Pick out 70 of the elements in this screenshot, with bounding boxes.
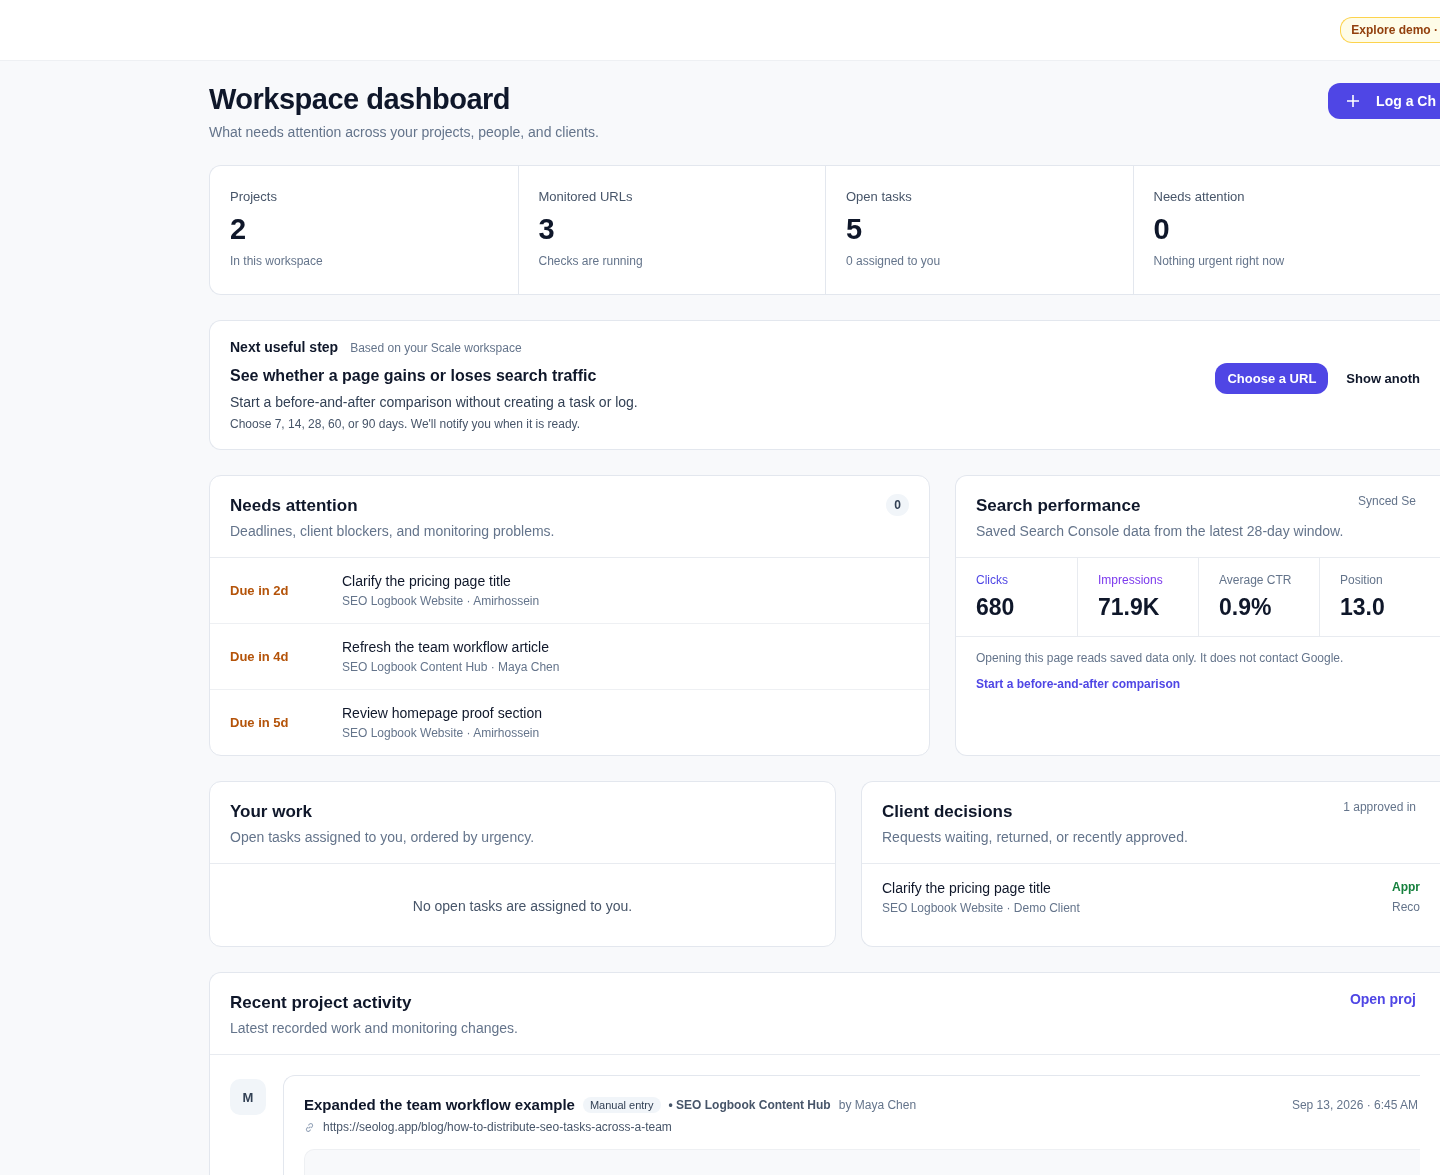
stat-label: Needs attention — [1153, 189, 1246, 204]
card-title: Search performance — [976, 496, 1142, 516]
empty-message: No open tasks are assigned to you. — [411, 897, 634, 916]
card-title: Client decisions — [882, 802, 1014, 822]
task-meta: SEO Logbook Website · Amirhossein — [342, 594, 541, 608]
page-subtitle: What needs attention across your projects, people, and clients. — [209, 124, 599, 140]
metric-label: Impressions — [1098, 573, 1164, 587]
entry-time: Sep 13, 2026 · 6:45 AM — [1291, 1097, 1419, 1112]
status-note: Reco — [1392, 900, 1420, 914]
stat-label: Monitored URLs — [538, 189, 634, 204]
card-subtitle: Saved Search Console data from the latest 28-day window. — [976, 523, 1344, 539]
stat-label: Projects — [230, 189, 278, 204]
stat-value: 3 — [538, 213, 556, 246]
card-subtitle: Deadlines, client blockers, and monitoring problems. — [230, 523, 555, 539]
stat-note: In this workspace — [230, 254, 324, 268]
metric-value: 13.0 — [1340, 594, 1386, 621]
entry-tag: Manual entry — [582, 1096, 661, 1113]
count-badge: 0 — [886, 494, 909, 516]
sync-note: Synced Se — [1357, 494, 1417, 508]
open-project-link[interactable]: Open proj — [1349, 991, 1420, 1007]
stat-value: 0 — [1153, 213, 1171, 246]
card-subtitle: Requests waiting, returned, or recently approved. — [882, 829, 1188, 845]
entry-author: by Maya Chen — [838, 1097, 917, 1112]
task-meta: SEO Logbook Content Hub · Maya Chen — [342, 660, 561, 674]
link-icon — [304, 1121, 315, 1133]
log-button[interactable]: Log a Ch — [1328, 83, 1440, 119]
metric-value: 680 — [976, 594, 1016, 621]
metric-value: 71.9K — [1098, 594, 1161, 621]
plus-icon — [1346, 94, 1361, 108]
demo-badge[interactable]: Explore demo · — [1340, 17, 1440, 43]
show-another-button[interactable]: Show anoth — [1346, 362, 1420, 394]
metric-label: Average CTR — [1219, 573, 1293, 587]
next-step-headline: See whether a page gains or loses search traffic — [230, 367, 598, 385]
card-title: Your work — [230, 802, 313, 822]
stat-value: 5 — [846, 213, 864, 246]
task-title[interactable]: Clarify the pricing page title — [342, 573, 909, 589]
entry-title[interactable]: Expanded the team workflow example — [304, 1096, 575, 1113]
comparison-link[interactable]: Start a before-and-after comparison — [976, 677, 1181, 691]
metric-label: Clicks — [976, 573, 1009, 587]
data-note: Opening this page reads saved data only. It does not contact Google. — [975, 650, 1345, 665]
page-title: Workspace dashboard — [209, 83, 511, 116]
due-label: Due in 4d — [230, 649, 290, 664]
next-step-title: Next useful step — [230, 339, 339, 355]
stat-value: 2 — [230, 213, 248, 246]
decision-status: Appr — [1392, 880, 1420, 894]
entry-url[interactable]: https://seolog.app/blog/how-to-distribute-seo-tasks-across-a-team — [323, 1120, 672, 1134]
next-step-note: Choose 7, 14, 28, 60, or 90 days. We'll notify you when it is ready. — [230, 417, 582, 431]
stat-note: Checks are running — [538, 254, 644, 268]
next-step-context: Based on your Scale workspace — [350, 341, 522, 355]
stat-label: Open tasks — [846, 189, 913, 204]
stat-note: Nothing urgent right now — [1153, 254, 1286, 268]
stat-note: 0 assigned to you — [846, 254, 942, 268]
entry-project: • SEO Logbook Content Hub — [668, 1097, 831, 1112]
metric-label: Position — [1340, 573, 1384, 587]
approved-summary: 1 approved in — [1343, 800, 1417, 814]
card-subtitle: Open tasks assigned to you, ordered by urgency. — [230, 829, 535, 845]
task-title[interactable]: Refresh the team workflow article — [342, 639, 909, 655]
card-subtitle: Latest recorded work and monitoring changes. — [230, 1020, 518, 1036]
metric-value: 0.9% — [1219, 594, 1273, 621]
avatar: M — [230, 1079, 266, 1115]
due-label: Due in 2d — [230, 583, 290, 598]
decision-title[interactable]: Clarify the pricing page title — [882, 880, 1080, 896]
due-label: Due in 5d — [230, 715, 290, 730]
choose-url-button[interactable]: Choose a URL — [1215, 362, 1329, 394]
task-meta: SEO Logbook Website · Amirhossein — [342, 726, 541, 740]
card-title: Needs attention — [230, 496, 359, 516]
task-title[interactable]: Review homepage proof section — [342, 705, 909, 721]
decision-meta: SEO Logbook Website · Demo Client — [882, 901, 1080, 915]
next-step-body: Start a before-and-after comparison without creating a task or log. — [230, 394, 638, 410]
card-title: Recent project activity — [230, 993, 413, 1013]
